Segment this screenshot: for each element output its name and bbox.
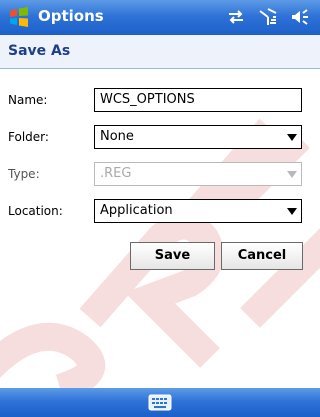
name-input[interactable] [100, 92, 296, 107]
type-dropdown: .REG [94, 162, 302, 186]
chevron-down-icon[interactable] [287, 134, 297, 141]
location-value: Application [100, 203, 173, 218]
windows-logo-icon[interactable] [8, 6, 30, 28]
type-value: .REG [100, 166, 132, 181]
window-title: Options [38, 7, 104, 25]
title-bar: Options [0, 0, 320, 35]
location-label: Location: [8, 204, 63, 218]
location-dropdown[interactable]: Application [94, 199, 302, 223]
type-label: Type: [8, 167, 40, 181]
chevron-down-icon [287, 171, 297, 178]
folder-label: Folder: [8, 130, 49, 144]
name-label: Name: [8, 93, 48, 107]
keyboard-icon[interactable] [148, 393, 172, 412]
volume-icon[interactable] [290, 7, 310, 27]
save-button[interactable]: Save [130, 242, 215, 270]
dialog-title: Save As [8, 43, 71, 59]
dialog-header: Save As [0, 35, 320, 69]
name-field[interactable] [94, 88, 302, 112]
chevron-down-icon[interactable] [287, 208, 297, 215]
cancel-button[interactable]: Cancel [221, 242, 303, 270]
watermark-graphic [0, 118, 320, 388]
signal-icon[interactable] [258, 7, 278, 27]
folder-value: None [100, 129, 134, 144]
bottom-bar [0, 388, 320, 417]
folder-dropdown[interactable]: None [94, 125, 302, 149]
connectivity-icon[interactable] [226, 7, 246, 27]
